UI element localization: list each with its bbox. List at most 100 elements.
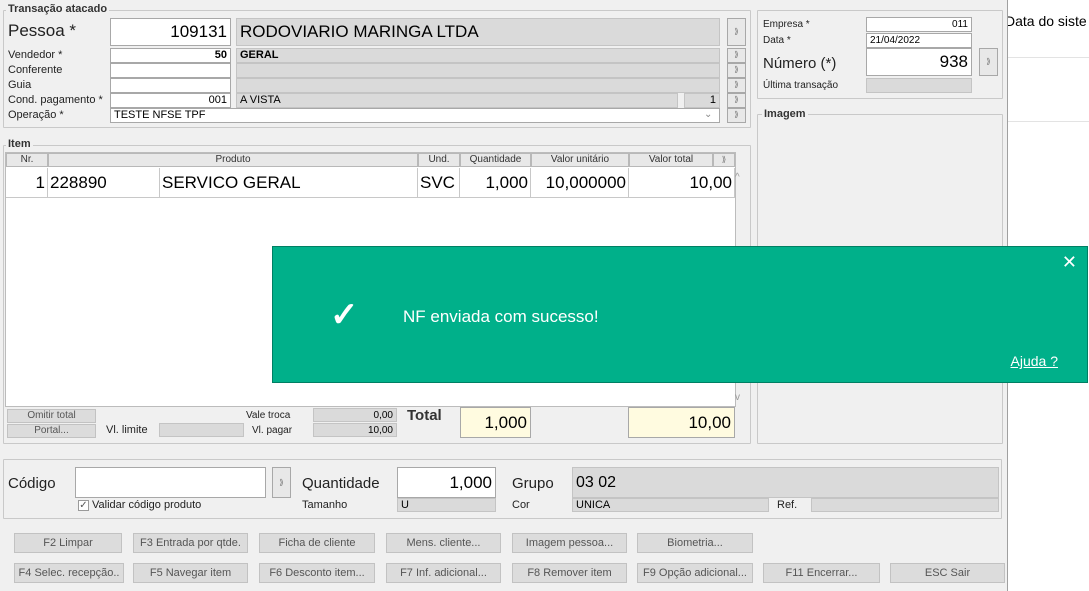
f11-encerrar-button[interactable]: F11 Encerrar... <box>763 563 880 583</box>
f7-inf-adicional-button[interactable]: F7 Inf. adicional... <box>386 563 501 583</box>
background-window-text: Data do siste <box>1005 13 1087 29</box>
cell-nr: 1 <box>6 168 48 198</box>
empresa-field[interactable]: 011 <box>866 17 972 32</box>
cond-pagamento-code-field[interactable]: 001 <box>110 93 231 108</box>
cond-pagamento-lookup-icon[interactable]: ⟫ <box>727 93 746 108</box>
col-header-valor-total[interactable]: Valor total <box>629 153 713 167</box>
col-header-nr[interactable]: Nr. <box>6 153 48 167</box>
guia-name-field <box>236 78 720 93</box>
scroll-up-icon[interactable]: ^ <box>735 172 740 183</box>
col-header-produto[interactable]: Produto <box>48 153 418 167</box>
background-divider <box>1008 57 1089 58</box>
imagem-group-title: Imagem <box>762 108 808 120</box>
operacao-lookup-icon[interactable]: ⟫ <box>727 108 746 123</box>
transacao-group-title: Transação atacado <box>6 3 110 15</box>
total-valor-field: 10,00 <box>628 407 735 438</box>
f2-limpar-button[interactable]: F2 Limpar <box>14 533 122 553</box>
vl-pagar-field: 10,00 <box>313 423 397 437</box>
cell-valor-total: 10,00 <box>629 168 735 198</box>
f8-remover-item-button[interactable]: F8 Remover item <box>512 563 627 583</box>
cell-und: SVC <box>418 168 460 198</box>
chevron-down-icon[interactable]: ⌄ <box>704 109 712 120</box>
grupo-label: Grupo <box>512 475 554 492</box>
ref-field <box>811 498 999 512</box>
esc-sair-button[interactable]: ESC Sair <box>890 563 1005 583</box>
f9-opcao-adicional-button[interactable]: F9 Opção adicional... <box>637 563 753 583</box>
omitir-total-button[interactable]: Omitir total <box>7 409 96 423</box>
vendedor-lookup-icon[interactable]: ⟫ <box>727 48 746 63</box>
success-toast: ✕ ✓ NF enviada com sucesso! Ajuda ? <box>272 246 1088 383</box>
empresa-label: Empresa * <box>763 19 810 30</box>
ref-label: Ref. <box>777 499 798 511</box>
operacao-label: Operação * <box>8 109 64 121</box>
numero-lookup-icon[interactable]: ⟫ <box>979 48 998 76</box>
cell-codigo: 228890 <box>48 168 160 198</box>
scroll-down-icon[interactable]: v <box>735 392 740 403</box>
conferente-name-field <box>236 63 720 78</box>
ultima-transacao-label: Última transação <box>763 80 839 91</box>
help-link[interactable]: Ajuda ? <box>1011 353 1058 369</box>
quantidade-input[interactable]: 1,000 <box>397 467 496 498</box>
col-header-quantidade[interactable]: Quantidade <box>460 153 531 167</box>
mens-cliente-button[interactable]: Mens. cliente... <box>386 533 501 553</box>
pessoa-name-field: RODOVIARIO MARINGA LTDA <box>236 18 720 46</box>
pessoa-label: Pessoa * <box>8 21 77 40</box>
guia-label: Guia <box>8 79 32 91</box>
numero-field[interactable]: 938 <box>866 48 972 76</box>
vl-pagar-label: Vl. pagar <box>252 425 293 436</box>
cond-pagamento-name-field: A VISTA <box>236 93 678 108</box>
col-header-und[interactable]: Und. <box>418 153 460 167</box>
ultima-transacao-field <box>866 78 972 93</box>
vendedor-label: Vendedor * <box>8 49 63 61</box>
numero-label: Número (*) <box>763 55 837 72</box>
vale-troca-field: 0,00 <box>313 408 397 422</box>
f4-selec-recepcao-button[interactable]: F4 Selec. recepção.. <box>14 563 124 583</box>
data-label: Data * <box>763 35 791 46</box>
validar-codigo-label: Validar código produto <box>92 499 202 511</box>
background-divider <box>1008 121 1089 122</box>
conferente-code-field[interactable] <box>110 63 231 78</box>
vendedor-name-field: GERAL <box>236 48 720 63</box>
cell-valor-unitario: 10,000000 <box>531 168 629 198</box>
ficha-cliente-button[interactable]: Ficha de cliente <box>259 533 375 553</box>
total-label: Total <box>407 407 442 424</box>
close-icon[interactable]: ✕ <box>1062 251 1077 273</box>
f5-navegar-item-button[interactable]: F5 Navegar item <box>133 563 248 583</box>
cor-field: UNICA <box>572 498 769 512</box>
tamanho-field: U <box>397 498 496 512</box>
f6-desconto-item-button[interactable]: F6 Desconto item... <box>259 563 375 583</box>
quantidade-label: Quantidade <box>302 475 380 492</box>
total-quantidade-field: 1,000 <box>460 407 531 438</box>
vl-limite-field <box>159 423 244 437</box>
codigo-label: Código <box>8 475 56 492</box>
cond-pagamento-parcelas-field: 1 <box>684 93 720 108</box>
biometria-button[interactable]: Biometria... <box>637 533 753 553</box>
guia-lookup-icon[interactable]: ⟫ <box>727 78 746 93</box>
portal-button[interactable]: Portal... <box>7 424 96 438</box>
data-field[interactable]: 21/04/2022 <box>866 33 972 48</box>
f3-entrada-qtde-button[interactable]: F3 Entrada por qtde. <box>133 533 248 553</box>
item-group-title: Item <box>6 138 33 150</box>
vale-troca-label: Vale troca <box>246 410 291 421</box>
conferente-label: Conferente <box>8 64 63 76</box>
tamanho-label: Tamanho <box>302 499 348 511</box>
vl-limite-label: Vl. limite <box>106 424 148 436</box>
grupo-field: 03 02 <box>572 467 999 498</box>
toast-message: NF enviada com sucesso! <box>403 307 599 326</box>
validar-codigo-checkbox[interactable]: ✓ <box>78 500 89 511</box>
cor-label: Cor <box>512 499 530 511</box>
checkmark-icon: ✓ <box>330 296 359 334</box>
pessoa-code-field[interactable]: 109131 <box>110 18 231 46</box>
operacao-select[interactable]: TESTE NFSE TPF <box>110 108 720 123</box>
cell-quantidade: 1,000 <box>460 168 531 198</box>
guia-code-field[interactable] <box>110 78 231 93</box>
imagem-pessoa-button[interactable]: Imagem pessoa... <box>512 533 627 553</box>
cell-produto: SERVICO GERAL <box>160 168 418 198</box>
pessoa-lookup-icon[interactable]: ⟫ <box>727 18 746 46</box>
vendedor-code-field[interactable]: 50 <box>110 48 231 63</box>
conferente-lookup-icon[interactable]: ⟫ <box>727 63 746 78</box>
column-chooser-icon[interactable]: ⟫ <box>713 153 735 167</box>
col-header-valor-unitario[interactable]: Valor unitário <box>531 153 629 167</box>
codigo-lookup-icon[interactable]: ⟫ <box>272 467 291 498</box>
codigo-input[interactable] <box>75 467 266 498</box>
